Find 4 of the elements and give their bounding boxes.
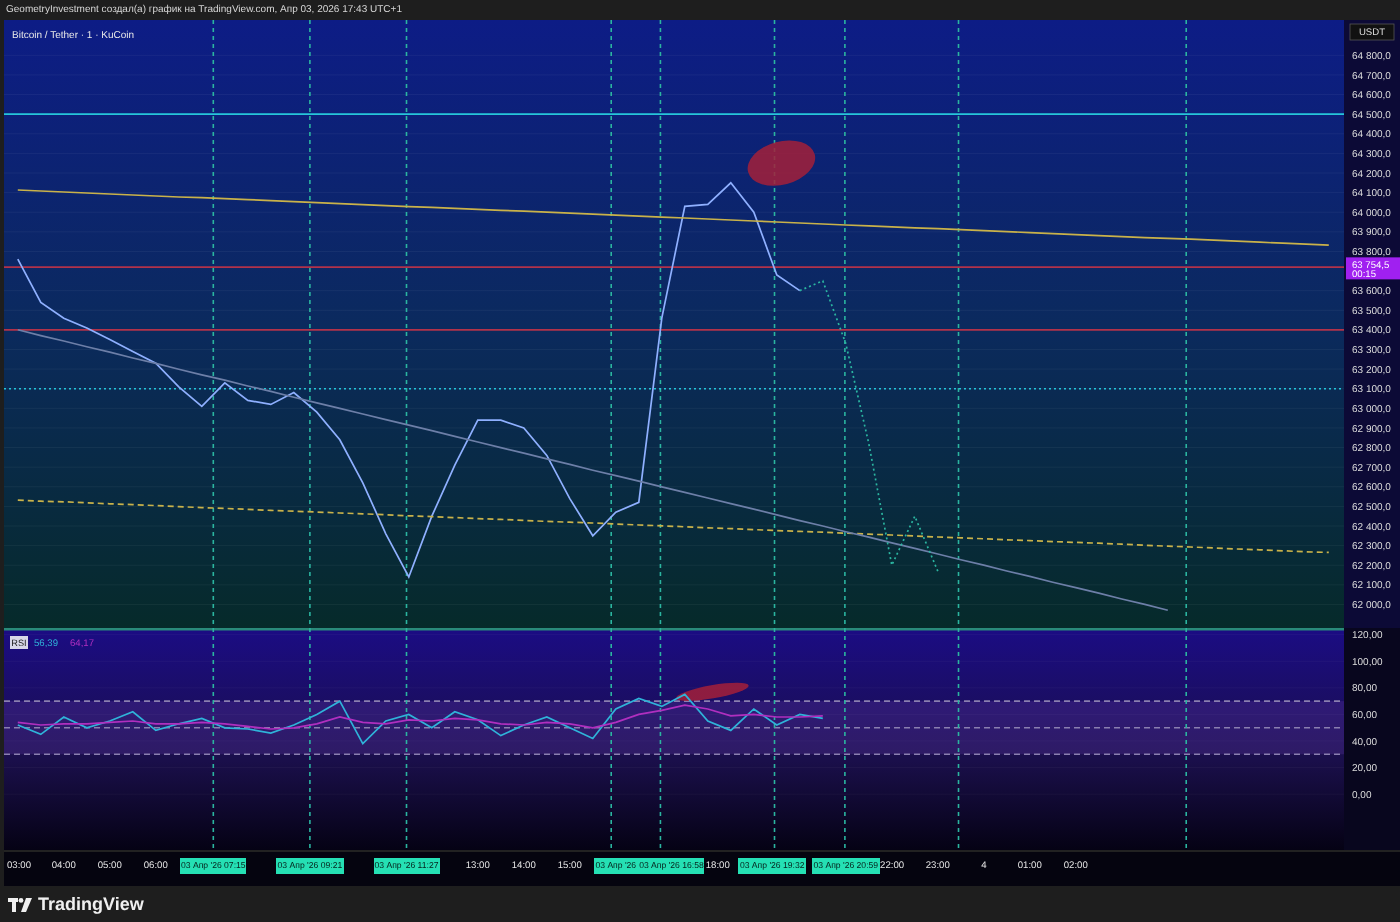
logo-icon xyxy=(8,897,32,911)
brand-name: TradingView xyxy=(38,894,144,914)
highlight-ellipse-drawing xyxy=(676,682,749,701)
highlight-ellipse-drawing xyxy=(747,140,816,186)
